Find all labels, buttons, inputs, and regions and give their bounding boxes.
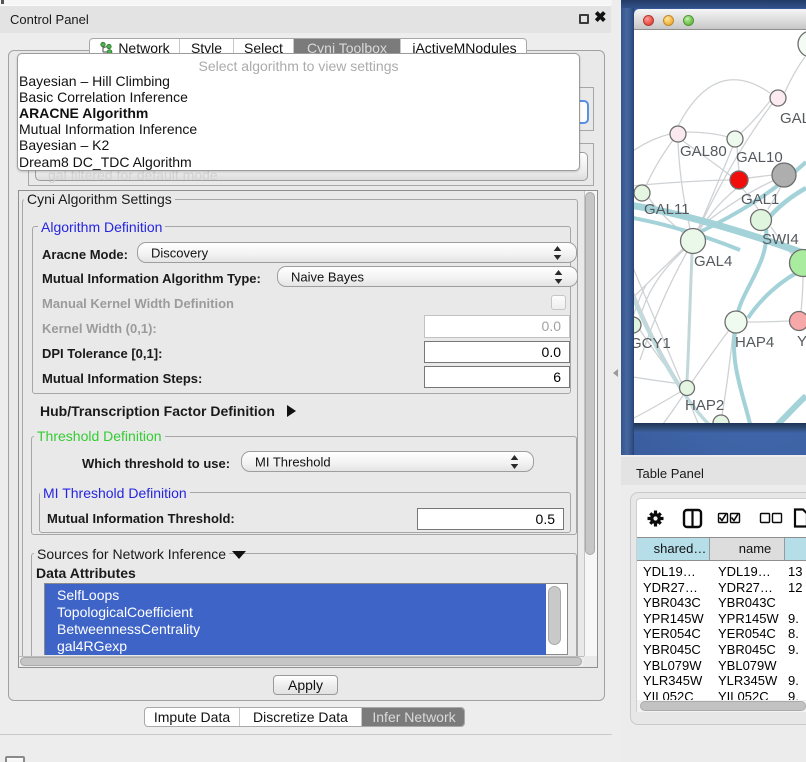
svg-text:GAL10: GAL10 [736,149,783,166]
svg-text:Y: Y [797,333,806,350]
svg-text:GAL11: GAL11 [644,201,690,218]
svg-text:HAP2: HAP2 [685,397,724,414]
svg-text:GAL1: GAL1 [741,191,779,208]
svg-text:GAL80: GAL80 [680,143,727,160]
svg-text:GAL8: GAL8 [780,110,806,127]
svg-text:HAP4: HAP4 [735,334,774,351]
svg-text:GCY1: GCY1 [634,335,671,352]
svg-text:GAL4: GAL4 [694,253,732,270]
svg-text:SWI4: SWI4 [762,231,799,248]
